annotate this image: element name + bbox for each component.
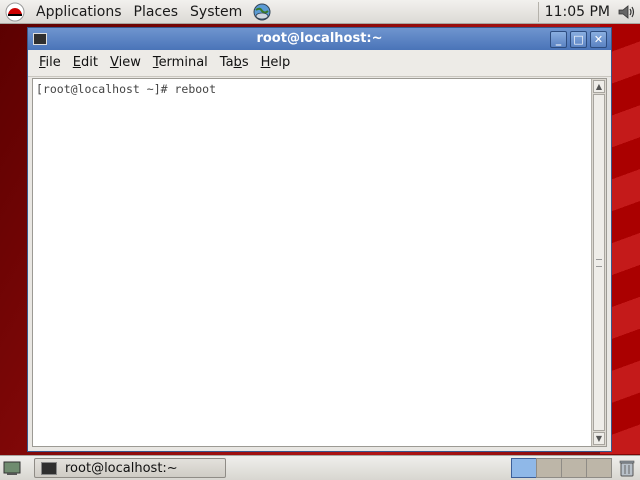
menu-view[interactable]: View [104, 50, 147, 76]
menu-help[interactable]: Help [255, 50, 297, 76]
workspace-4[interactable] [586, 458, 612, 478]
terminal-output[interactable]: [root@localhost ~]# reboot ▲ ▼ [32, 78, 607, 447]
redhat-logo-icon[interactable] [5, 2, 25, 22]
menu-edit[interactable]: Edit [67, 50, 104, 76]
workspace-2[interactable] [536, 458, 562, 478]
terminal-window[interactable]: root@localhost:~ _ □ ✕ File Edit View Te… [27, 27, 612, 452]
scrollbar-thumb[interactable] [593, 94, 605, 431]
window-titlebar[interactable]: root@localhost:~ _ □ ✕ [28, 28, 611, 50]
menubar: File Edit View Terminal Tabs Help [28, 50, 611, 77]
terminal-command-line: [root@localhost ~]# reboot [36, 82, 217, 96]
minimize-button[interactable]: _ [550, 30, 567, 48]
clock[interactable]: 11:05 PM [545, 4, 616, 20]
top-panel: Applications Places System 11:05 PM [0, 0, 640, 24]
workspace-switcher [511, 458, 612, 478]
show-desktop-icon[interactable] [2, 458, 22, 478]
workspace-1[interactable] [511, 458, 537, 478]
menu-terminal[interactable]: Terminal [147, 50, 214, 76]
scrollbar-grip [596, 259, 602, 267]
places-menu[interactable]: Places [128, 0, 185, 24]
system-menu[interactable]: System [184, 0, 248, 24]
bottom-panel: root@localhost:~ [0, 455, 640, 480]
close-button[interactable]: ✕ [590, 30, 607, 48]
taskbar-terminal-button[interactable]: root@localhost:~ [34, 458, 226, 478]
panel-separator [537, 1, 539, 22]
applications-menu[interactable]: Applications [30, 0, 128, 24]
task-label: root@localhost:~ [65, 460, 178, 476]
terminal-task-icon [41, 461, 57, 475]
window-title: root@localhost:~ [256, 31, 383, 46]
terminal-app-icon[interactable] [33, 33, 47, 45]
vertical-scrollbar[interactable]: ▲ ▼ [591, 79, 606, 446]
menu-tabs[interactable]: Tabs [214, 50, 255, 76]
workspace-3[interactable] [561, 458, 587, 478]
scroll-up-icon[interactable]: ▲ [593, 80, 605, 93]
network-globe-icon[interactable] [252, 2, 272, 22]
maximize-button[interactable]: □ [570, 30, 587, 48]
volume-icon[interactable] [616, 2, 636, 22]
trash-icon[interactable] [618, 458, 636, 478]
menu-file[interactable]: File [33, 50, 67, 76]
scroll-down-icon[interactable]: ▼ [593, 432, 605, 445]
